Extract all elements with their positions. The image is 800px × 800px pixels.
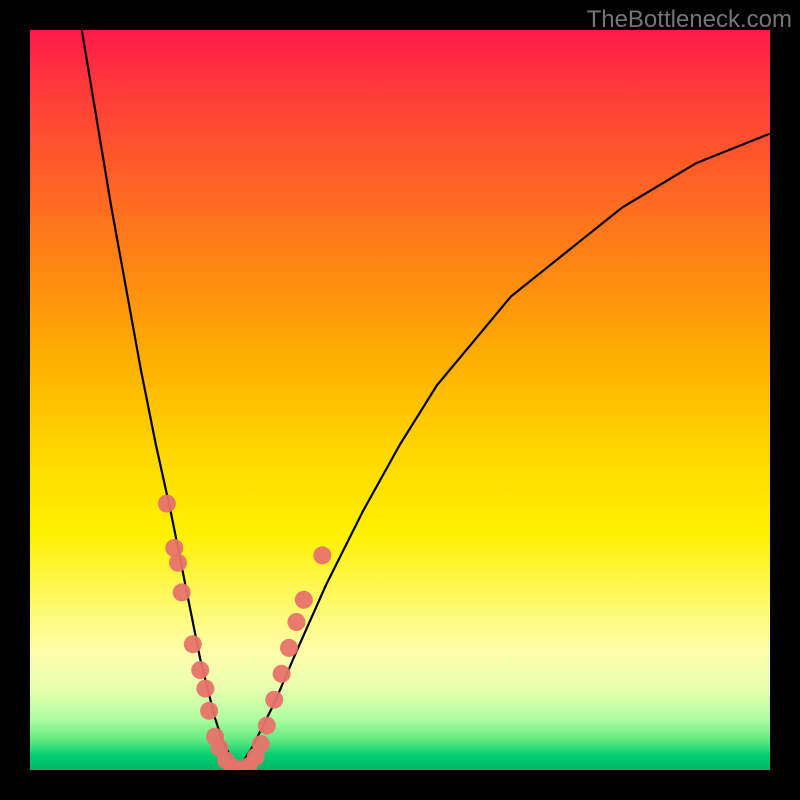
marker-point bbox=[184, 635, 202, 653]
marker-point bbox=[200, 702, 218, 720]
marker-point bbox=[252, 735, 270, 753]
marker-point bbox=[258, 717, 276, 735]
marker-point bbox=[191, 661, 209, 679]
curve-right-curve bbox=[237, 134, 770, 770]
curve-left-curve bbox=[82, 30, 237, 770]
marker-point bbox=[273, 665, 291, 683]
marker-point bbox=[196, 680, 214, 698]
marker-point bbox=[313, 546, 331, 564]
marker-point bbox=[169, 554, 187, 572]
chart-container: TheBottleneck.com bbox=[0, 0, 800, 800]
plot-area bbox=[30, 30, 770, 770]
watermark-text: TheBottleneck.com bbox=[587, 6, 792, 34]
chart-svg bbox=[30, 30, 770, 770]
marker-point bbox=[158, 495, 176, 513]
marker-point bbox=[295, 591, 313, 609]
marker-point bbox=[280, 639, 298, 657]
marker-point bbox=[287, 613, 305, 631]
marker-point bbox=[173, 583, 191, 601]
marker-point bbox=[265, 691, 283, 709]
